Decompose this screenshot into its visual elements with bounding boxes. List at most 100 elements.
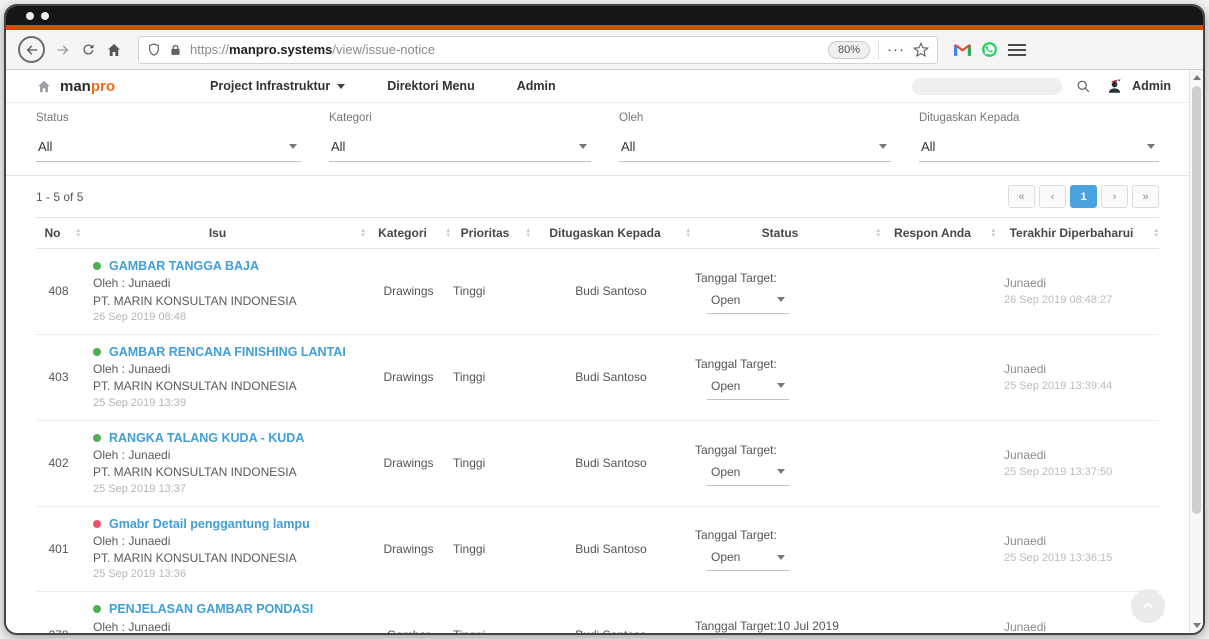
shield-icon[interactable]: [147, 42, 161, 57]
chevron-down-icon: [879, 144, 887, 149]
lock-icon[interactable]: [169, 43, 182, 57]
status-cell: Tanggal Target:10 Jul 2019 Close Close: [691, 617, 881, 635]
chevron-up-icon: [1140, 598, 1156, 614]
status-dropdown-value: Open: [711, 291, 740, 309]
table-row: 408 GAMBAR TANGGA BAJA Oleh : Junaedi PT…: [36, 249, 1159, 335]
scroll-to-top-button[interactable]: [1131, 589, 1165, 623]
home-button[interactable]: [106, 42, 122, 58]
back-arrow-icon: [24, 42, 40, 58]
col-header-isu[interactable]: Isu▴▾: [81, 226, 366, 240]
pagination-prev-button[interactable]: ‹: [1039, 185, 1066, 208]
tanggal-target-label: Tanggal Target:10 Jul 2019: [695, 617, 881, 635]
issue-cell: PENJELASAN GAMBAR PONDASI Oleh : Junaedi…: [81, 600, 366, 635]
kategori-cell: Gambar: [366, 628, 451, 635]
avatar: [1105, 77, 1124, 95]
nav-project-dropdown[interactable]: Project Infrastruktur: [210, 79, 345, 93]
tanggal-target-label: Tanggal Target:: [695, 269, 881, 287]
col-header-prioritas[interactable]: Prioritas▴▾: [451, 226, 531, 240]
terakhir-cell: Junaedi 25 Sep 2019 13:39:44: [996, 360, 1159, 395]
priority-dot-icon: [93, 605, 101, 613]
gmail-extension-button[interactable]: [954, 43, 971, 56]
updated-by: Junaedi: [1004, 532, 1159, 550]
scrollbar-down-arrow-icon[interactable]: [1193, 623, 1201, 628]
scrollbar-up-arrow-icon[interactable]: [1193, 75, 1201, 80]
col-header-respon-label: Respon Anda: [894, 226, 971, 240]
col-header-no[interactable]: No▴▾: [36, 226, 81, 240]
url-bar[interactable]: https://manpro.systems/view/issue-notice…: [138, 36, 938, 64]
filter-ditugaskan: Ditugaskan Kepada All: [919, 112, 1159, 162]
filter-kategori-select[interactable]: All: [329, 139, 591, 162]
pagination-next-button[interactable]: ›: [1101, 185, 1128, 208]
main-nav: Project Infrastruktur Direktori Menu Adm…: [210, 79, 556, 93]
vertical-scrollbar[interactable]: [1189, 70, 1203, 633]
filter-kategori-value: All: [331, 139, 345, 154]
filter-status-value: All: [38, 139, 52, 154]
table-row: 402 RANGKA TALANG KUDA - KUDA Oleh : Jun…: [36, 421, 1159, 507]
scrollbar-thumb[interactable]: [1192, 86, 1201, 514]
whatsapp-extension-button[interactable]: [981, 41, 998, 58]
ditugaskan-cell: Budi Santoso: [531, 542, 691, 556]
filter-oleh-label: Oleh: [619, 112, 891, 124]
pagination-first-button[interactable]: «: [1008, 185, 1035, 208]
issue-cell: RANGKA TALANG KUDA - KUDA Oleh : Junaedi…: [81, 429, 366, 498]
ditugaskan-cell: Budi Santoso: [531, 456, 691, 470]
chevron-down-icon: [777, 297, 785, 302]
status-dropdown[interactable]: Open: [707, 547, 789, 571]
result-count: 1 - 5 of 5: [36, 190, 83, 204]
col-header-terakhir-label: Terakhir Diperbaharui: [1010, 226, 1134, 240]
page-actions-icon[interactable]: ···: [887, 41, 905, 58]
titlebar-dot[interactable]: [41, 12, 49, 20]
status-dropdown[interactable]: Open: [707, 290, 789, 314]
reload-button[interactable]: [81, 42, 96, 57]
sort-icon[interactable]: ▴▾: [1154, 228, 1158, 238]
app-logo[interactable]: manpro: [36, 78, 115, 95]
status-dropdown[interactable]: Open: [707, 462, 789, 486]
filter-kategori: Kategori All: [329, 112, 591, 162]
titlebar-dot[interactable]: [26, 12, 34, 20]
col-header-respon[interactable]: Respon Anda ▴▾: [881, 226, 996, 240]
issue-title-link[interactable]: GAMBAR RENCANA FINISHING LANTAI: [109, 343, 346, 361]
nav-direktori-menu[interactable]: Direktori Menu: [387, 79, 475, 93]
issue-cell: GAMBAR TANGGA BAJA Oleh : Junaedi PT. MA…: [81, 257, 366, 326]
user-menu[interactable]: Admin: [1105, 77, 1171, 95]
issue-company: PT. MARIN KONSULTAN INDONESIA: [93, 293, 366, 310]
sort-icon[interactable]: ▴▾: [76, 228, 80, 238]
sort-icon[interactable]: ▴▾: [361, 228, 365, 238]
sort-icon[interactable]: ▴▾: [876, 228, 880, 238]
status-cell: Tanggal Target: Open Open: [691, 526, 881, 571]
sort-icon[interactable]: ▴▾: [686, 228, 690, 238]
col-header-status[interactable]: Status▴▾: [691, 226, 881, 240]
menu-hamburger-button[interactable]: [1008, 44, 1026, 56]
col-header-kategori-label: Kategori: [378, 226, 427, 240]
bookmark-star-icon[interactable]: [913, 42, 929, 58]
issues-table: No▴▾ Isu▴▾ Kategori ▴▾ Prioritas▴▾ Dituga…: [36, 217, 1159, 635]
terakhir-cell: Junaedi 26 Sep 2019 08:48:27: [996, 274, 1159, 309]
forward-button[interactable]: [55, 42, 71, 58]
nav-admin[interactable]: Admin: [517, 79, 556, 93]
issue-title-link[interactable]: RANGKA TALANG KUDA - KUDA: [109, 429, 304, 447]
filter-status-select[interactable]: All: [36, 139, 301, 162]
issue-title-link[interactable]: Gmabr Detail penggantung lampu: [109, 515, 310, 533]
filter-ditugaskan-select[interactable]: All: [919, 139, 1159, 162]
col-header-ditugaskan[interactable]: Ditugaskan Kepada▴▾: [531, 226, 691, 240]
chevron-down-icon: [777, 555, 785, 560]
filter-oleh: Oleh All: [619, 112, 891, 162]
back-button[interactable]: [18, 36, 45, 63]
app-area: manpro Project Infrastruktur Direktori M…: [6, 70, 1189, 633]
sort-icon[interactable]: ▴▾: [526, 228, 530, 238]
status-dropdown[interactable]: Open: [707, 376, 789, 400]
pagination-page-1-button[interactable]: 1: [1070, 185, 1097, 208]
pagination-last-button[interactable]: »: [1132, 185, 1159, 208]
sort-icon[interactable]: ▴▾: [991, 228, 995, 238]
col-header-kategori[interactable]: Kategori ▴▾: [366, 226, 451, 240]
issue-title-link[interactable]: PENJELASAN GAMBAR PONDASI: [109, 600, 313, 618]
search-icon[interactable]: [1076, 79, 1091, 94]
col-header-terakhir[interactable]: Terakhir Diperbaharui ▴▾: [996, 226, 1159, 240]
table-row: 278 PENJELASAN GAMBAR PONDASI Oleh : Jun…: [36, 592, 1159, 635]
search-input[interactable]: [912, 78, 1062, 95]
sort-icon[interactable]: ▴▾: [446, 228, 450, 238]
status-cell: Tanggal Target: Open Open: [691, 269, 881, 314]
zoom-level-badge[interactable]: 80%: [828, 41, 870, 59]
issue-title-link[interactable]: GAMBAR TANGGA BAJA: [109, 257, 259, 275]
filter-oleh-select[interactable]: All: [619, 139, 891, 162]
